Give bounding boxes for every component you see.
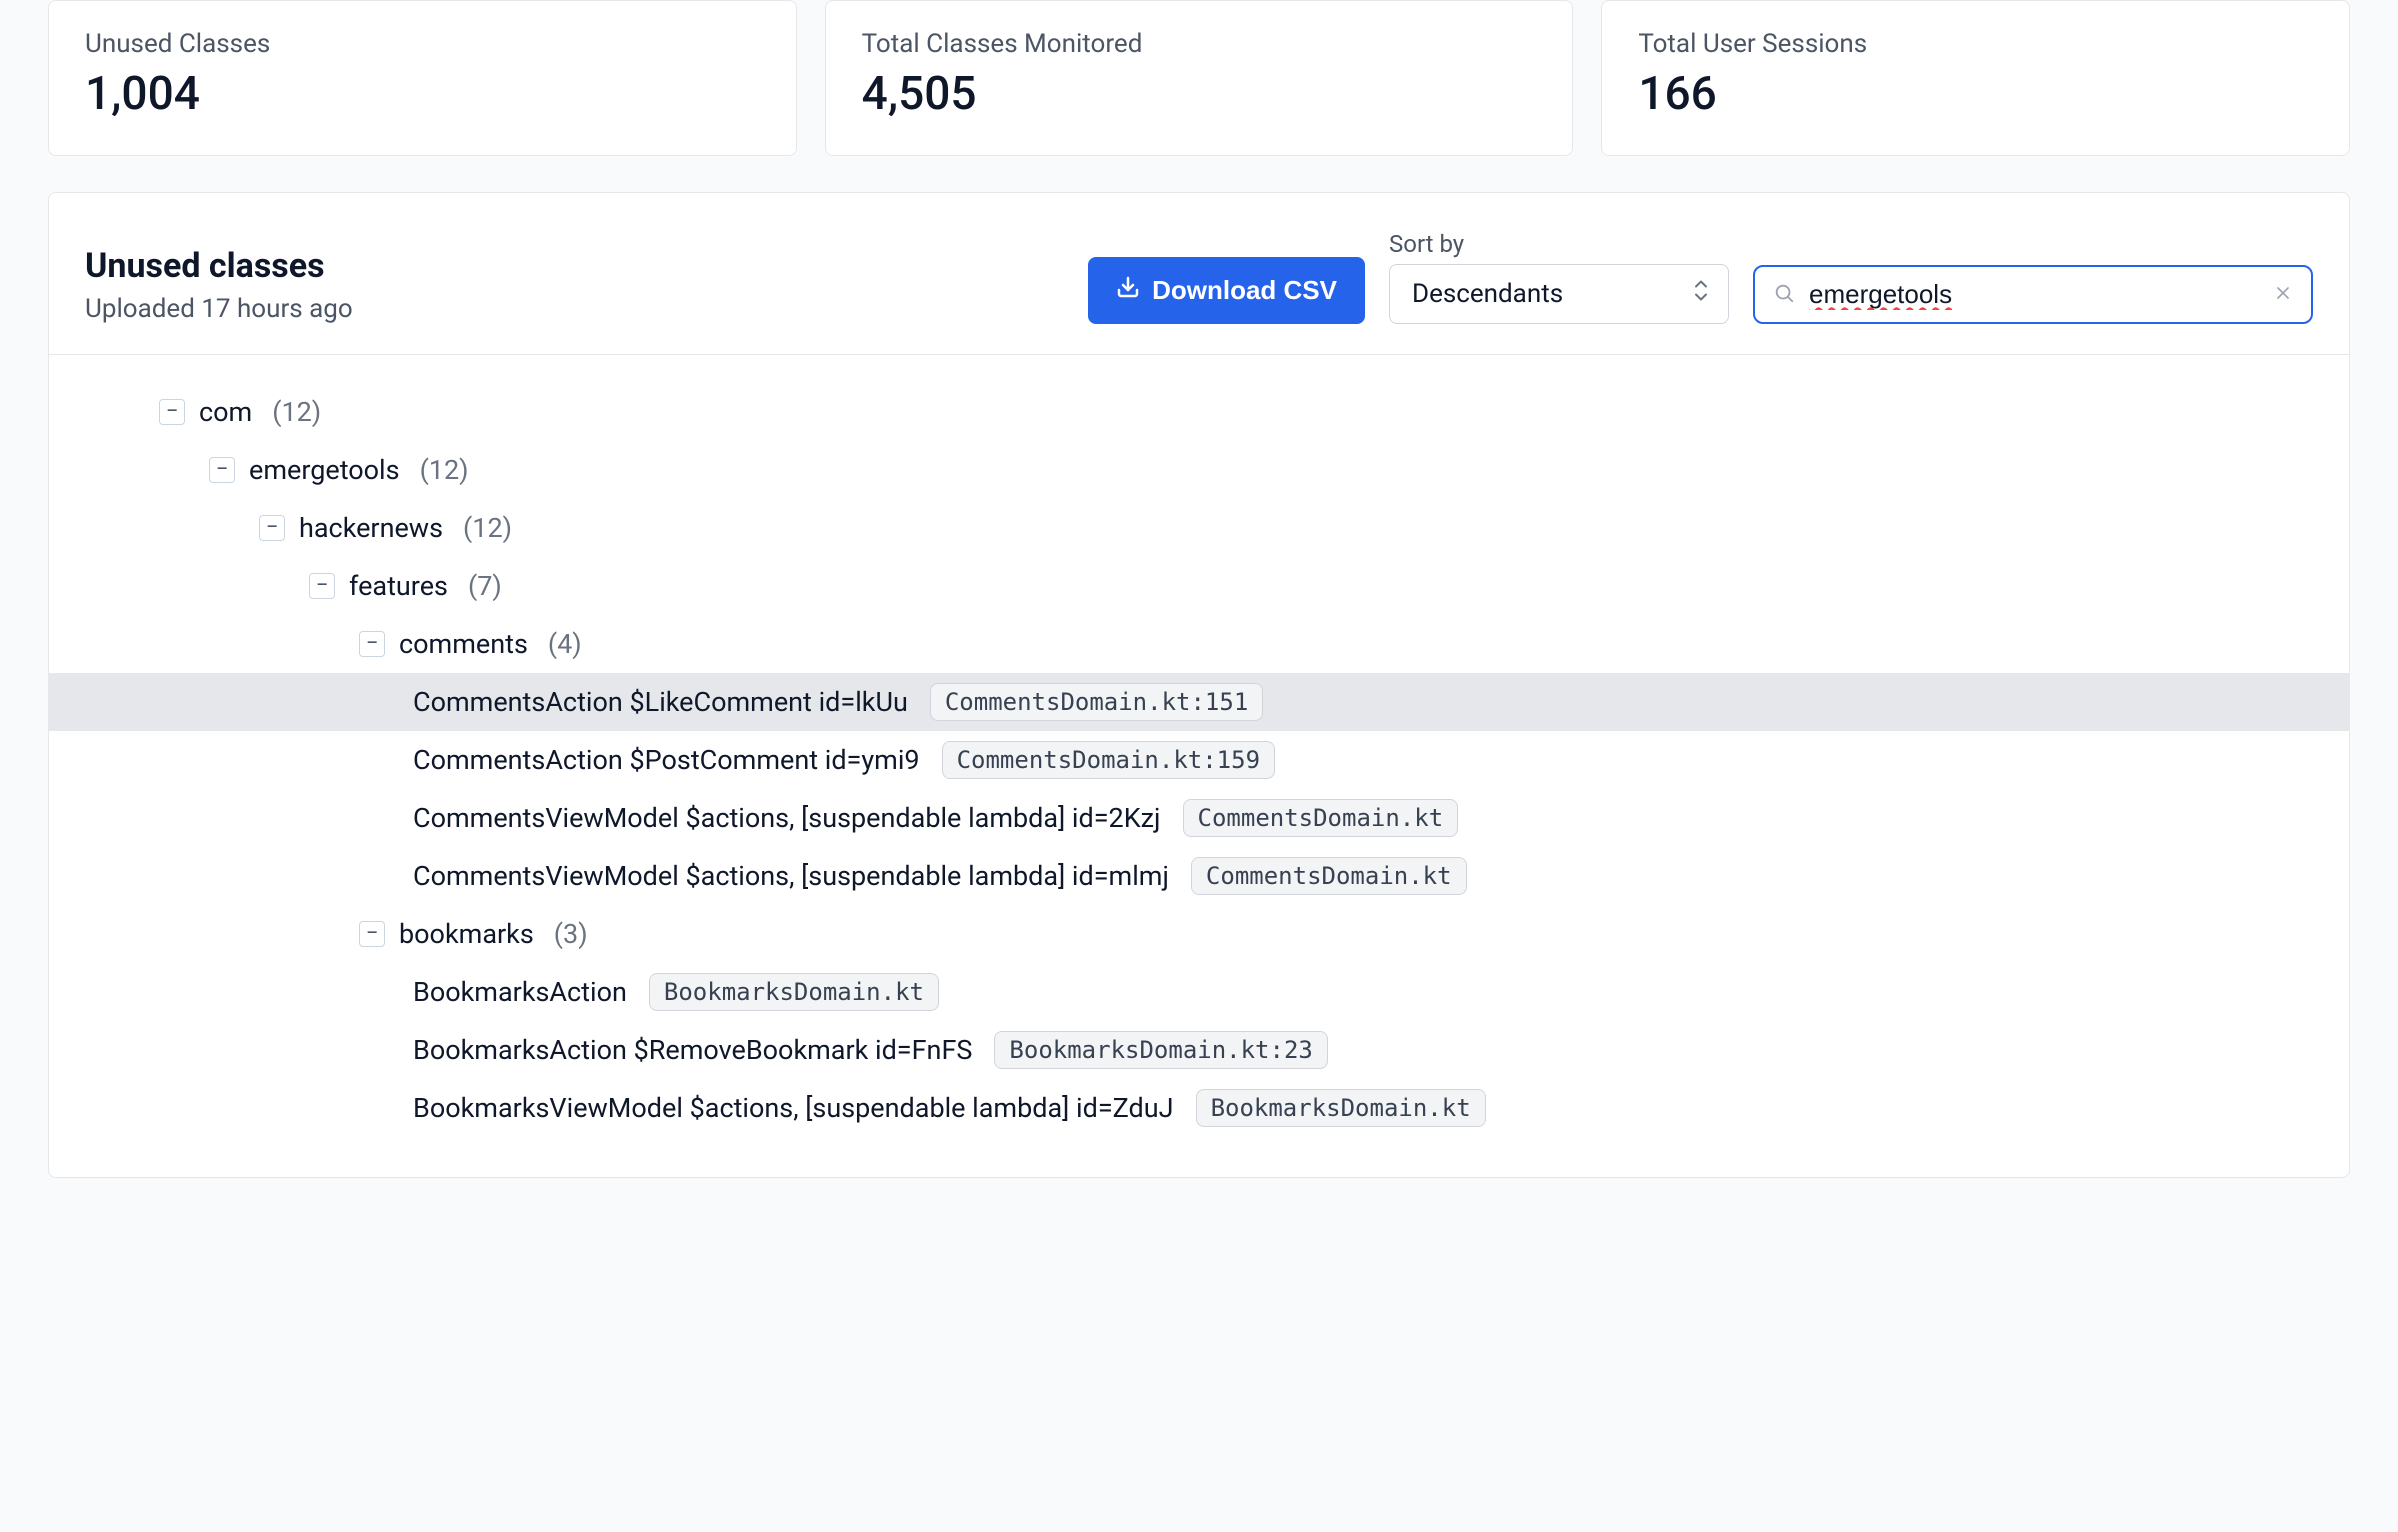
source-file-tag: BookmarksDomain.kt xyxy=(649,973,939,1011)
collapse-icon[interactable]: − xyxy=(259,515,285,541)
stat-card-sessions: Total User Sessions 166 xyxy=(1601,0,2350,156)
page-title: Unused classes xyxy=(85,246,353,286)
tree-node-bookmarks[interactable]: − bookmarks (3) xyxy=(49,905,2349,963)
tree-node-count: (3) xyxy=(554,918,588,950)
tree-leaf[interactable]: CommentsAction $PostComment id=ymi9 Comm… xyxy=(49,731,2349,789)
tree-leaf-label: CommentsAction $LikeComment id=lkUu xyxy=(413,686,908,718)
tree-leaf[interactable]: CommentsAction $LikeComment id=lkUu Comm… xyxy=(49,673,2349,731)
source-file-tag: BookmarksDomain.kt:23 xyxy=(994,1031,1327,1069)
sort-selected-value: Descendants xyxy=(1412,279,1563,309)
stat-card-total-classes: Total Classes Monitored 4,505 xyxy=(825,0,1574,156)
chevron-updown-icon xyxy=(1692,279,1710,310)
download-icon xyxy=(1116,275,1140,306)
tree-leaf-label: CommentsViewModel $actions, [suspendable… xyxy=(413,802,1161,834)
sort-select[interactable]: Descendants xyxy=(1389,264,1729,324)
tree-leaf[interactable]: CommentsViewModel $actions, [suspendable… xyxy=(49,847,2349,905)
tree-leaf-label: BookmarksViewModel $actions, [suspendabl… xyxy=(413,1092,1174,1124)
tree-leaf-label: BookmarksAction $RemoveBookmark id=FnFS xyxy=(413,1034,972,1066)
stat-label: Unused Classes xyxy=(85,29,760,59)
collapse-icon[interactable]: − xyxy=(159,399,185,425)
tree-node-count: (12) xyxy=(463,512,512,544)
download-csv-button[interactable]: Download CSV xyxy=(1088,257,1365,324)
stat-label: Total Classes Monitored xyxy=(862,29,1537,59)
tree-node-label: emergetools xyxy=(249,454,400,486)
collapse-icon[interactable]: − xyxy=(309,573,335,599)
tree-leaf[interactable]: CommentsViewModel $actions, [suspendable… xyxy=(49,789,2349,847)
collapse-icon[interactable]: − xyxy=(359,631,385,657)
tree-node-count: (7) xyxy=(468,570,502,602)
tree-node-count: (12) xyxy=(420,454,469,486)
tree-node-count: (12) xyxy=(272,396,321,428)
tree-node-label: com xyxy=(199,396,252,428)
tree-node-hackernews[interactable]: − hackernews (12) xyxy=(49,499,2349,557)
source-file-tag: BookmarksDomain.kt xyxy=(1196,1089,1486,1127)
main-panel: Unused classes Uploaded 17 hours ago Dow… xyxy=(48,192,2350,1178)
panel-header: Unused classes Uploaded 17 hours ago Dow… xyxy=(49,193,2349,355)
source-file-tag: CommentsDomain.kt xyxy=(1191,857,1467,895)
stat-value: 166 xyxy=(1638,67,2313,121)
sort-label: Sort by xyxy=(1389,230,1729,258)
search-icon xyxy=(1773,282,1795,308)
tree-node-emergetools[interactable]: − emergetools (12) xyxy=(49,441,2349,499)
source-file-tag: CommentsDomain.kt:159 xyxy=(942,741,1275,779)
tree-leaf-label: BookmarksAction xyxy=(413,976,627,1008)
tree-node-label: comments xyxy=(399,628,528,660)
source-file-tag: CommentsDomain.kt xyxy=(1183,799,1459,837)
tree-leaf-label: CommentsAction $PostComment id=ymi9 xyxy=(413,744,920,776)
uploaded-timestamp: Uploaded 17 hours ago xyxy=(85,294,353,324)
tree-node-features[interactable]: − features (7) xyxy=(49,557,2349,615)
stat-value: 4,505 xyxy=(862,67,1537,121)
tree-leaf[interactable]: BookmarksAction $RemoveBookmark id=FnFS … xyxy=(49,1021,2349,1079)
tree-node-label: bookmarks xyxy=(399,918,534,950)
tree-leaf-label: CommentsViewModel $actions, [suspendable… xyxy=(413,860,1169,892)
stat-label: Total User Sessions xyxy=(1638,29,2313,59)
search-input[interactable] xyxy=(1809,279,2261,310)
tree-node-comments[interactable]: − comments (4) xyxy=(49,615,2349,673)
tree-node-com[interactable]: − com (12) xyxy=(49,383,2349,441)
collapse-icon[interactable]: − xyxy=(359,921,385,947)
tree-leaf[interactable]: BookmarksAction BookmarksDomain.kt xyxy=(49,963,2349,1021)
clear-search-icon[interactable] xyxy=(2273,283,2293,307)
tree-node-label: hackernews xyxy=(299,512,443,544)
class-tree: − com (12) − emergetools (12) − hackerne… xyxy=(49,355,2349,1177)
download-csv-label: Download CSV xyxy=(1152,275,1337,306)
source-file-tag: CommentsDomain.kt:151 xyxy=(930,683,1263,721)
stat-value: 1,004 xyxy=(85,67,760,121)
stat-card-unused: Unused Classes 1,004 xyxy=(48,0,797,156)
tree-node-label: features xyxy=(349,570,448,602)
collapse-icon[interactable]: − xyxy=(209,457,235,483)
search-field[interactable] xyxy=(1753,265,2313,324)
tree-node-count: (4) xyxy=(548,628,582,660)
tree-leaf[interactable]: BookmarksViewModel $actions, [suspendabl… xyxy=(49,1079,2349,1137)
